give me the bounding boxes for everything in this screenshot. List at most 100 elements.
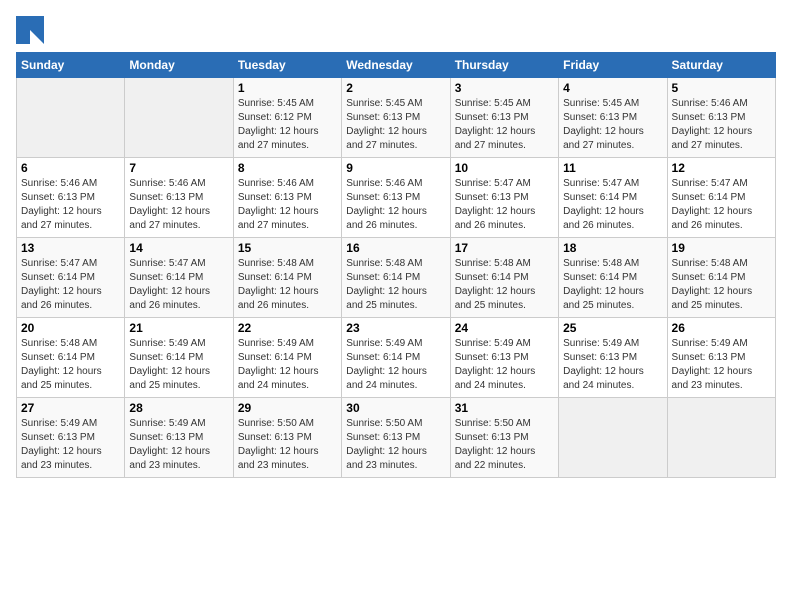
day-info: Sunrise: 5:48 AM Sunset: 6:14 PM Dayligh… <box>672 257 771 313</box>
day-number: 3 <box>455 81 554 95</box>
day-number: 19 <box>672 241 771 255</box>
day-info: Sunrise: 5:49 AM Sunset: 6:14 PM Dayligh… <box>129 337 228 393</box>
day-number: 1 <box>238 81 337 95</box>
day-info: Sunrise: 5:46 AM Sunset: 6:13 PM Dayligh… <box>238 177 337 233</box>
day-info: Sunrise: 5:49 AM Sunset: 6:13 PM Dayligh… <box>129 417 228 473</box>
weekday-header-wednesday: Wednesday <box>342 53 450 78</box>
day-number: 20 <box>21 321 120 335</box>
calendar-cell: 19 Sunrise: 5:48 AM Sunset: 6:14 PM Dayli… <box>667 238 775 318</box>
day-info: Sunrise: 5:46 AM Sunset: 6:13 PM Dayligh… <box>21 177 120 233</box>
calendar-cell: 3 Sunrise: 5:45 AM Sunset: 6:13 PM Daylig… <box>450 78 558 158</box>
day-number: 31 <box>455 401 554 415</box>
calendar-cell: 20 Sunrise: 5:48 AM Sunset: 6:14 PM Dayli… <box>17 318 125 398</box>
weekday-header-sunday: Sunday <box>17 53 125 78</box>
day-number: 2 <box>346 81 445 95</box>
calendar-cell: 16 Sunrise: 5:48 AM Sunset: 6:14 PM Dayli… <box>342 238 450 318</box>
day-number: 5 <box>672 81 771 95</box>
day-info: Sunrise: 5:45 AM Sunset: 6:13 PM Dayligh… <box>346 97 445 153</box>
calendar-cell: 31 Sunrise: 5:50 AM Sunset: 6:13 PM Dayli… <box>450 398 558 478</box>
calendar-cell: 26Sunrise: 5:49 AM Sunset: 6:13 PM Dayli… <box>667 318 775 398</box>
calendar-cell: 5Sunrise: 5:46 AM Sunset: 6:13 PM Daylig… <box>667 78 775 158</box>
day-info: Sunrise: 5:49 AM Sunset: 6:13 PM Dayligh… <box>455 337 554 393</box>
weekday-header-tuesday: Tuesday <box>233 53 341 78</box>
day-info: Sunrise: 5:50 AM Sunset: 6:13 PM Dayligh… <box>455 417 554 473</box>
day-number: 4 <box>563 81 662 95</box>
day-number: 11 <box>563 161 662 175</box>
day-info: Sunrise: 5:49 AM Sunset: 6:14 PM Dayligh… <box>238 337 337 393</box>
calendar-cell: 4 Sunrise: 5:45 AM Sunset: 6:13 PM Daylig… <box>559 78 667 158</box>
day-number: 12 <box>672 161 771 175</box>
calendar-cell <box>17 78 125 158</box>
calendar-cell: 29 Sunrise: 5:50 AM Sunset: 6:13 PM Dayli… <box>233 398 341 478</box>
calendar-header-row: SundayMondayTuesdayWednesdayThursdayFrid… <box>17 53 776 78</box>
calendar-cell: 6 Sunrise: 5:46 AM Sunset: 6:13 PM Daylig… <box>17 158 125 238</box>
day-number: 9 <box>346 161 445 175</box>
day-number: 22 <box>238 321 337 335</box>
day-number: 14 <box>129 241 228 255</box>
day-info: Sunrise: 5:45 AM Sunset: 6:13 PM Dayligh… <box>455 97 554 153</box>
calendar-cell: 15 Sunrise: 5:48 AM Sunset: 6:14 PM Dayli… <box>233 238 341 318</box>
calendar-cell: 23 Sunrise: 5:49 AM Sunset: 6:14 PM Dayli… <box>342 318 450 398</box>
day-info: Sunrise: 5:50 AM Sunset: 6:13 PM Dayligh… <box>238 417 337 473</box>
day-number: 29 <box>238 401 337 415</box>
day-number: 26 <box>672 321 771 335</box>
day-number: 28 <box>129 401 228 415</box>
day-number: 8 <box>238 161 337 175</box>
day-number: 21 <box>129 321 228 335</box>
calendar-cell: 7 Sunrise: 5:46 AM Sunset: 6:13 PM Daylig… <box>125 158 233 238</box>
day-info: Sunrise: 5:48 AM Sunset: 6:14 PM Dayligh… <box>346 257 445 313</box>
day-info: Sunrise: 5:48 AM Sunset: 6:14 PM Dayligh… <box>21 337 120 393</box>
calendar-cell: 1 Sunrise: 5:45 AM Sunset: 6:12 PM Daylig… <box>233 78 341 158</box>
day-number: 23 <box>346 321 445 335</box>
day-number: 15 <box>238 241 337 255</box>
day-info: Sunrise: 5:47 AM Sunset: 6:14 PM Dayligh… <box>129 257 228 313</box>
day-number: 30 <box>346 401 445 415</box>
calendar-cell: 12 Sunrise: 5:47 AM Sunset: 6:14 PM Dayli… <box>667 158 775 238</box>
calendar-cell: 18 Sunrise: 5:48 AM Sunset: 6:14 PM Dayli… <box>559 238 667 318</box>
weekday-header-thursday: Thursday <box>450 53 558 78</box>
calendar-cell: 8 Sunrise: 5:46 AM Sunset: 6:13 PM Daylig… <box>233 158 341 238</box>
day-info: Sunrise: 5:47 AM Sunset: 6:14 PM Dayligh… <box>563 177 662 233</box>
day-number: 16 <box>346 241 445 255</box>
day-number: 6 <box>21 161 120 175</box>
calendar-cell: 9 Sunrise: 5:46 AM Sunset: 6:13 PM Daylig… <box>342 158 450 238</box>
day-info: Sunrise: 5:49 AM Sunset: 6:14 PM Dayligh… <box>346 337 445 393</box>
day-number: 7 <box>129 161 228 175</box>
calendar-week-1: 1 Sunrise: 5:45 AM Sunset: 6:12 PM Daylig… <box>17 78 776 158</box>
calendar-cell: 27Sunrise: 5:49 AM Sunset: 6:13 PM Dayli… <box>17 398 125 478</box>
calendar-cell: 2 Sunrise: 5:45 AM Sunset: 6:13 PM Daylig… <box>342 78 450 158</box>
calendar-cell <box>559 398 667 478</box>
day-number: 18 <box>563 241 662 255</box>
calendar-cell: 22 Sunrise: 5:49 AM Sunset: 6:14 PM Dayli… <box>233 318 341 398</box>
day-info: Sunrise: 5:48 AM Sunset: 6:14 PM Dayligh… <box>455 257 554 313</box>
day-info: Sunrise: 5:47 AM Sunset: 6:14 PM Dayligh… <box>672 177 771 233</box>
calendar-week-4: 20 Sunrise: 5:48 AM Sunset: 6:14 PM Dayli… <box>17 318 776 398</box>
calendar-week-3: 13Sunrise: 5:47 AM Sunset: 6:14 PM Dayli… <box>17 238 776 318</box>
weekday-header-monday: Monday <box>125 53 233 78</box>
weekday-header-friday: Friday <box>559 53 667 78</box>
calendar-cell: 14 Sunrise: 5:47 AM Sunset: 6:14 PM Dayli… <box>125 238 233 318</box>
day-info: Sunrise: 5:49 AM Sunset: 6:13 PM Dayligh… <box>563 337 662 393</box>
day-info: Sunrise: 5:50 AM Sunset: 6:13 PM Dayligh… <box>346 417 445 473</box>
day-info: Sunrise: 5:48 AM Sunset: 6:14 PM Dayligh… <box>563 257 662 313</box>
day-info: Sunrise: 5:46 AM Sunset: 6:13 PM Dayligh… <box>129 177 228 233</box>
calendar-cell: 30 Sunrise: 5:50 AM Sunset: 6:13 PM Dayli… <box>342 398 450 478</box>
calendar-cell: 17Sunrise: 5:48 AM Sunset: 6:14 PM Dayli… <box>450 238 558 318</box>
calendar-week-5: 27Sunrise: 5:49 AM Sunset: 6:13 PM Dayli… <box>17 398 776 478</box>
calendar-cell: 28 Sunrise: 5:49 AM Sunset: 6:13 PM Dayli… <box>125 398 233 478</box>
calendar-cell: 25Sunrise: 5:49 AM Sunset: 6:13 PM Dayli… <box>559 318 667 398</box>
calendar-cell: 24 Sunrise: 5:49 AM Sunset: 6:13 PM Dayli… <box>450 318 558 398</box>
day-number: 24 <box>455 321 554 335</box>
calendar-cell: 13Sunrise: 5:47 AM Sunset: 6:14 PM Dayli… <box>17 238 125 318</box>
logo-icon <box>16 16 44 44</box>
day-info: Sunrise: 5:46 AM Sunset: 6:13 PM Dayligh… <box>346 177 445 233</box>
day-info: Sunrise: 5:45 AM Sunset: 6:12 PM Dayligh… <box>238 97 337 153</box>
calendar-cell: 10Sunrise: 5:47 AM Sunset: 6:13 PM Dayli… <box>450 158 558 238</box>
logo <box>16 16 48 44</box>
calendar-cell <box>125 78 233 158</box>
calendar-week-2: 6 Sunrise: 5:46 AM Sunset: 6:13 PM Daylig… <box>17 158 776 238</box>
day-number: 10 <box>455 161 554 175</box>
calendar-table: SundayMondayTuesdayWednesdayThursdayFrid… <box>16 52 776 478</box>
day-info: Sunrise: 5:48 AM Sunset: 6:14 PM Dayligh… <box>238 257 337 313</box>
day-info: Sunrise: 5:45 AM Sunset: 6:13 PM Dayligh… <box>563 97 662 153</box>
